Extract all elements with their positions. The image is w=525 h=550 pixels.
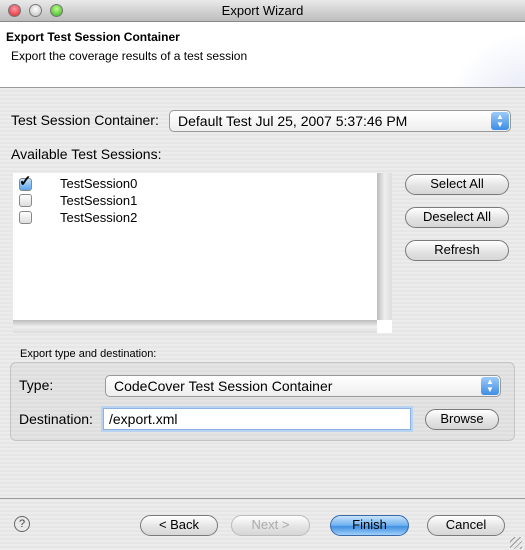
help-icon[interactable]: ?	[14, 516, 30, 532]
next-button[interactable]: Next >	[231, 515, 310, 536]
header-decoration	[445, 32, 525, 87]
list-item[interactable]: TestSession2	[13, 209, 313, 226]
footer-separator	[0, 498, 525, 499]
resize-grip-icon[interactable]	[510, 537, 522, 549]
destination-input[interactable]: /export.xml	[103, 408, 411, 430]
refresh-button[interactable]: Refresh	[405, 240, 509, 261]
session-name: TestSession2	[60, 210, 138, 225]
list-item[interactable]: ✓ TestSession0	[13, 173, 313, 192]
sessions-label: Available Test Sessions:	[11, 146, 162, 162]
list-item[interactable]: TestSession1	[13, 192, 313, 209]
back-button[interactable]: < Back	[140, 515, 218, 536]
select-all-button[interactable]: Select All	[405, 174, 509, 195]
container-select-value: Default Test Jul 25, 2007 5:37:46 PM	[178, 113, 408, 129]
session-name: TestSession1	[60, 193, 138, 208]
page-description: Export the coverage results of a test se…	[11, 49, 248, 63]
title-bar: Export Wizard	[0, 0, 525, 22]
type-select-value: CodeCover Test Session Container	[114, 378, 333, 394]
checkmark-icon: ✓	[19, 173, 32, 190]
select-arrows-icon: ▲ ▼	[481, 377, 499, 395]
type-label: Type:	[19, 377, 54, 393]
vertical-scrollbar[interactable]	[377, 173, 392, 320]
page-title: Export Test Session Container	[6, 30, 180, 44]
destination-label: Destination:	[19, 411, 93, 427]
session-checkbox[interactable]	[19, 211, 32, 224]
container-select[interactable]: Default Test Jul 25, 2007 5:37:46 PM ▲ ▼	[169, 110, 511, 132]
window-title: Export Wizard	[221, 3, 304, 18]
type-select[interactable]: CodeCover Test Session Container ▲ ▼	[105, 375, 501, 397]
browse-button[interactable]: Browse	[425, 409, 499, 430]
container-label: Test Session Container:	[11, 112, 159, 128]
deselect-all-button[interactable]: Deselect All	[405, 207, 509, 228]
zoom-window-button[interactable]	[50, 4, 63, 17]
session-checkbox[interactable]	[19, 194, 32, 207]
sessions-list[interactable]: ✓ TestSession0 TestSession1 TestSession2	[13, 173, 377, 320]
close-window-button[interactable]	[8, 4, 21, 17]
scroll-corner	[377, 320, 392, 333]
minimize-window-button[interactable]	[29, 4, 42, 17]
export-group-label: Export type and destination:	[20, 348, 157, 360]
select-arrows-icon: ▲ ▼	[491, 112, 509, 130]
wizard-header: Export Test Session Container Export the…	[0, 22, 525, 88]
finish-button[interactable]: Finish	[330, 515, 409, 536]
horizontal-scrollbar[interactable]	[13, 320, 377, 333]
cancel-button[interactable]: Cancel	[427, 515, 505, 536]
session-name: TestSession0	[60, 176, 138, 191]
